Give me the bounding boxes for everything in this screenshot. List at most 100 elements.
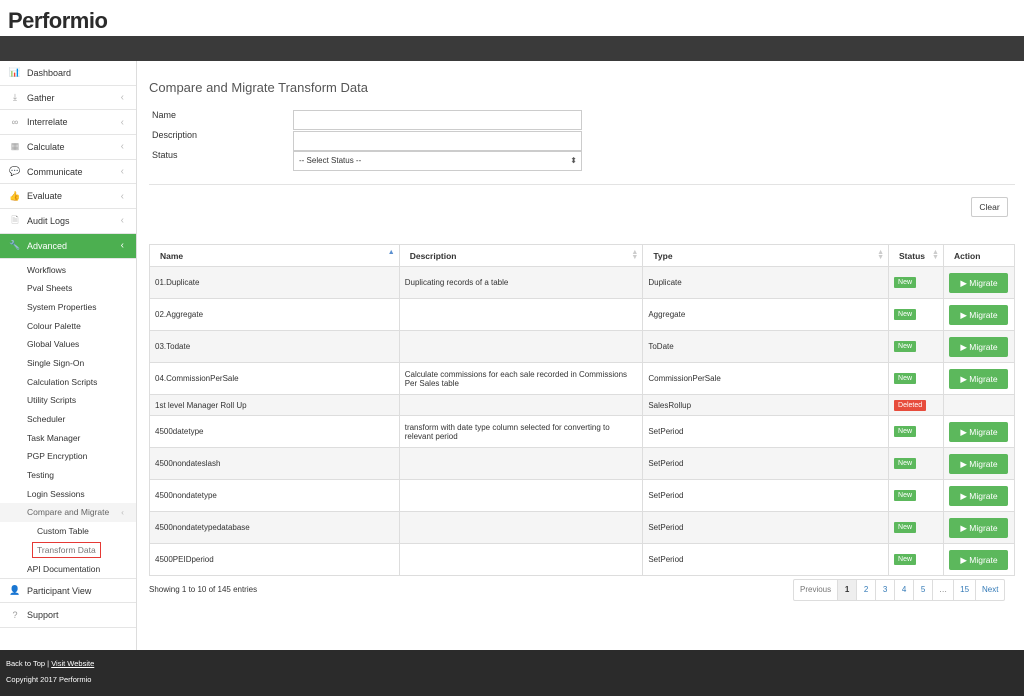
migrate-button[interactable]: ▶ Migrate bbox=[949, 368, 1009, 389]
migrate-button[interactable]: ▶ Migrate bbox=[949, 336, 1009, 357]
column-header-type[interactable]: Type ▲ ▼ bbox=[642, 244, 890, 267]
status-label: Status bbox=[152, 150, 178, 160]
sidebar-item-advanced[interactable]: 🔧 Advanced ‹ bbox=[0, 233, 136, 259]
sidebar-item-label: Communicate bbox=[27, 166, 83, 177]
user-icon: 👤 bbox=[9, 585, 21, 596]
sidebar-item-global-values[interactable]: Global Values bbox=[0, 335, 136, 354]
sidebar-item-label: Gather bbox=[27, 92, 55, 103]
migrate-button[interactable]: ▶ Migrate bbox=[949, 421, 1009, 442]
sidebar-item-gather[interactable]: ⤓ Gather ‹ bbox=[0, 86, 136, 111]
migrate-button[interactable]: ▶ Migrate bbox=[949, 304, 1009, 325]
transform-data-table: Name ▲ Description ▲ ▼ Type ▲ ▼ Status ▲ ▼ Acti… bbox=[149, 244, 1016, 576]
cell-description bbox=[398, 479, 644, 512]
sidebar-item-pgp-encryption[interactable]: PGP Encryption bbox=[0, 447, 136, 466]
sidebar-item-task-manager[interactable]: Task Manager bbox=[0, 429, 136, 448]
column-header-description[interactable]: Description ▲ ▼ bbox=[398, 244, 644, 267]
sidebar-item-custom-table[interactable]: Custom Table bbox=[0, 522, 136, 541]
migrate-button[interactable]: ▶ Migrate bbox=[949, 485, 1009, 506]
description-input[interactable] bbox=[293, 131, 582, 151]
pagination-ellipsis: … bbox=[933, 580, 955, 600]
performio-logo[interactable]: Performio bbox=[8, 8, 108, 34]
cell-action: ▶ Migrate bbox=[942, 298, 1016, 331]
cell-name: 4500nondatetype bbox=[149, 479, 400, 512]
sidebar-item-dashboard[interactable]: 📊 Dashboard bbox=[0, 61, 136, 86]
migrate-button[interactable]: ▶ Migrate bbox=[949, 549, 1009, 570]
migrate-button[interactable]: ▶ Migrate bbox=[949, 517, 1009, 538]
table-row: 04.CommissionPerSale Calculate commission… bbox=[149, 362, 1016, 395]
cell-description: Duplicating records of a table bbox=[398, 266, 644, 299]
table-row: 4500nondateslash SetPeriod New ▶ Migrate bbox=[149, 447, 1016, 480]
cell-description bbox=[398, 394, 644, 416]
column-header-name[interactable]: Name ▲ bbox=[149, 244, 400, 267]
pagination-page-15[interactable]: 15 bbox=[954, 580, 977, 600]
sidebar-item-pval-sheets[interactable]: Pval Sheets bbox=[0, 279, 136, 298]
cell-type: SetPeriod bbox=[642, 543, 890, 576]
sidebar-item-transform-data[interactable]: Transform Data bbox=[0, 541, 136, 560]
cell-action: ▶ Migrate bbox=[942, 447, 1016, 480]
sidebar-item-audit-logs[interactable]: 🗎 Audit Logs ‹ bbox=[0, 209, 136, 234]
entries-info: Showing 1 to 10 of 145 entries bbox=[149, 585, 258, 594]
migrate-button[interactable]: ▶ Migrate bbox=[949, 453, 1009, 474]
column-header-status[interactable]: Status ▲ ▼ bbox=[888, 244, 944, 267]
chevron-left-icon: ‹ bbox=[120, 215, 124, 227]
sidebar-item-colour-palette[interactable]: Colour Palette bbox=[0, 317, 136, 336]
status-badge: New bbox=[894, 554, 917, 565]
visit-website-link[interactable]: Visit Website bbox=[51, 659, 94, 668]
cell-status: New bbox=[888, 298, 944, 331]
table-header-row: Name ▲ Description ▲ ▼ Type ▲ ▼ Status ▲ ▼ Acti… bbox=[149, 244, 1016, 267]
chevron-left-icon: ‹ bbox=[120, 141, 124, 153]
status-badge: New bbox=[894, 458, 917, 469]
pagination-page-2[interactable]: 2 bbox=[857, 580, 877, 600]
sidebar-item-single-sign-on[interactable]: Single Sign-On bbox=[0, 354, 136, 373]
sidebar-item-system-properties[interactable]: System Properties bbox=[0, 298, 136, 317]
pagination-previous[interactable]: Previous bbox=[794, 580, 839, 600]
sidebar-item-api-documentation[interactable]: API Documentation bbox=[0, 560, 136, 579]
status-select[interactable]: -- Select Status -- ⬍ bbox=[293, 151, 582, 171]
sidebar-item-scheduler[interactable]: Scheduler bbox=[0, 410, 136, 429]
sidebar-item-testing[interactable]: Testing bbox=[0, 466, 136, 485]
pagination-page-5[interactable]: 5 bbox=[914, 580, 934, 600]
cell-status: New bbox=[888, 415, 944, 448]
name-input[interactable] bbox=[293, 110, 582, 130]
page-title: Compare and Migrate Transform Data bbox=[149, 80, 368, 95]
sidebar-item-utility-scripts[interactable]: Utility Scripts bbox=[0, 391, 136, 410]
sidebar-item-participant-view[interactable]: 👤 Participant View bbox=[0, 578, 136, 603]
back-to-top-link[interactable]: Back to Top bbox=[6, 659, 45, 668]
bar-chart-icon: 📊 bbox=[9, 67, 21, 78]
sidebar-item-compare-and-migrate[interactable]: Compare and Migrate ‹ bbox=[0, 503, 136, 523]
cell-name: 4500datetype bbox=[149, 415, 400, 448]
cell-status: New bbox=[888, 543, 944, 576]
cell-action: ▶ Migrate bbox=[942, 479, 1016, 512]
cell-type: ToDate bbox=[642, 330, 890, 363]
clear-button[interactable]: Clear bbox=[971, 197, 1008, 217]
sidebar-item-communicate[interactable]: 💬 Communicate ‹ bbox=[0, 160, 136, 185]
sidebar-item-label: Interrelate bbox=[27, 117, 68, 128]
sidebar-item-login-sessions[interactable]: Login Sessions bbox=[0, 485, 136, 504]
cell-name: 4500nondateslash bbox=[149, 447, 400, 480]
sidebar-item-label: Dashboard bbox=[27, 67, 72, 78]
sidebar-item-workflows[interactable]: Workflows bbox=[0, 261, 136, 280]
pagination: Previous 1 2 3 4 5… 15 Next bbox=[793, 579, 1006, 601]
select-arrows-icon: ⬍ bbox=[570, 156, 577, 165]
chevron-left-icon: ‹ bbox=[120, 240, 124, 252]
pagination-next[interactable]: Next bbox=[976, 580, 1004, 600]
table-row: 4500PEIDperiod SetPeriod New ▶ Migrate bbox=[149, 543, 1016, 576]
cell-status: New bbox=[888, 479, 944, 512]
sidebar-item-interrelate[interactable]: ∞ Interrelate ‹ bbox=[0, 110, 136, 136]
pagination-page-3[interactable]: 3 bbox=[876, 580, 896, 600]
sidebar-item-evaluate[interactable]: 👍 Evaluate ‹ bbox=[0, 184, 136, 210]
sidebar-item-calculation-scripts[interactable]: Calculation Scripts bbox=[0, 373, 136, 392]
table-row: 02.Aggregate Aggregate New ▶ Migrate bbox=[149, 298, 1016, 331]
cell-action: ▶ Migrate bbox=[942, 266, 1016, 299]
cell-type: Duplicate bbox=[642, 266, 890, 299]
chevron-left-icon: ‹ bbox=[121, 507, 124, 518]
cell-action bbox=[942, 394, 1016, 416]
cell-description bbox=[398, 447, 644, 480]
sidebar-item-support[interactable]: ? Support bbox=[0, 603, 136, 628]
cell-name: 03.Todate bbox=[149, 330, 400, 363]
status-badge: New bbox=[894, 341, 917, 352]
pagination-page-4[interactable]: 4 bbox=[895, 580, 915, 600]
pagination-page-1[interactable]: 1 bbox=[838, 580, 858, 600]
migrate-button[interactable]: ▶ Migrate bbox=[949, 272, 1009, 293]
sidebar-item-calculate[interactable]: ▦ Calculate ‹ bbox=[0, 135, 136, 160]
